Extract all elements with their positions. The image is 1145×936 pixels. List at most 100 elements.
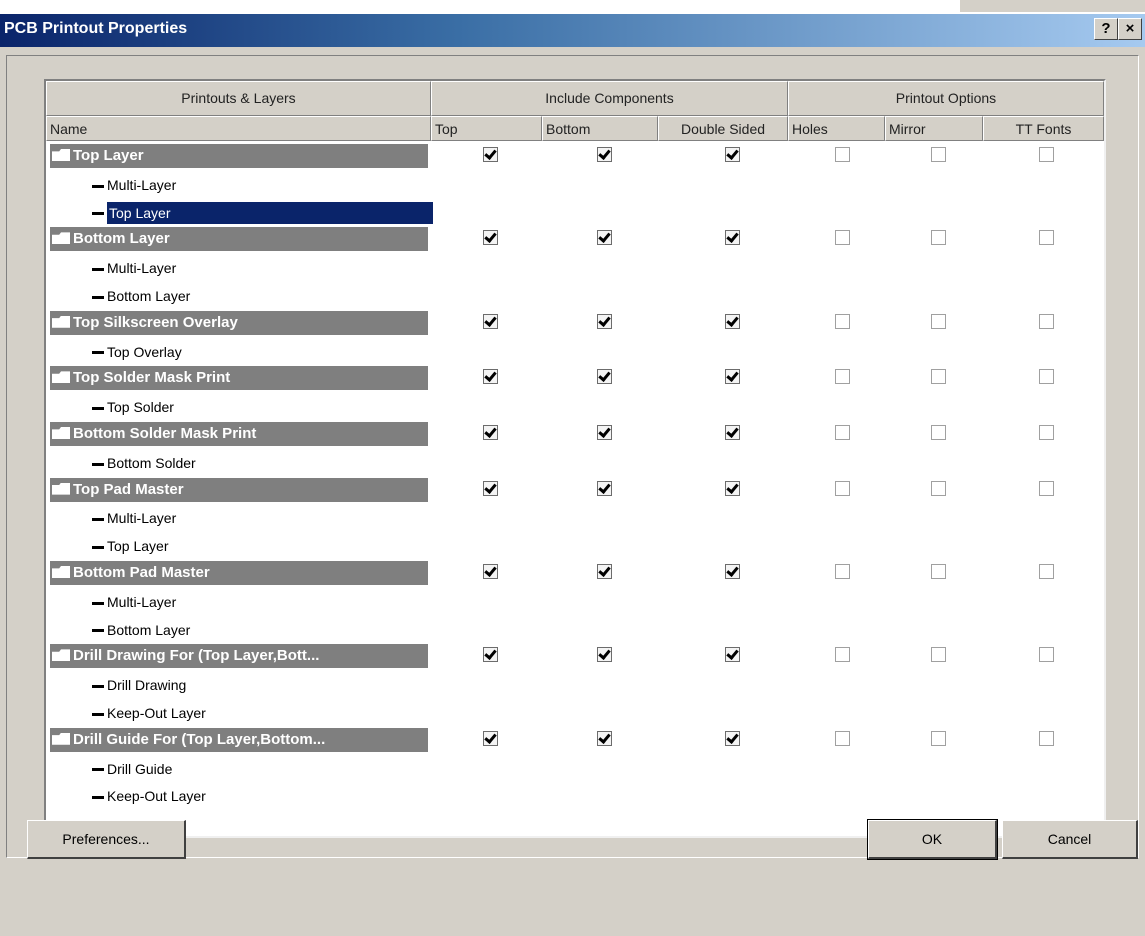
group-row[interactable]: Bottom Pad Master — [46, 558, 1104, 586]
double-sided-checkbox[interactable] — [725, 480, 740, 496]
double-sided-checkbox[interactable] — [725, 730, 740, 746]
holes-checkbox[interactable] — [835, 647, 850, 663]
group-row[interactable]: Bottom Layer — [46, 224, 1104, 252]
layer-item[interactable]: Keep-Out Layer — [92, 785, 206, 807]
column-top[interactable]: Top — [431, 116, 542, 141]
layer-row[interactable]: Drill Drawing — [46, 669, 1104, 697]
layer-row[interactable]: Top Layer — [46, 530, 1104, 558]
tt-fonts-checkbox[interactable] — [1039, 647, 1054, 663]
tt-fonts-checkbox[interactable] — [1039, 369, 1054, 385]
double-sided-checkbox[interactable] — [725, 424, 740, 440]
layer-item[interactable]: Bottom Layer — [92, 285, 190, 307]
layer-row[interactable]: Multi-Layer — [46, 586, 1104, 614]
group-row[interactable]: Bottom Solder Mask Print — [46, 419, 1104, 447]
layer-row[interactable]: Drill Guide — [46, 753, 1104, 781]
double-sided-checkbox[interactable] — [725, 230, 740, 246]
layer-row[interactable]: Multi-Layer — [46, 502, 1104, 530]
layer-item[interactable]: Top Overlay — [92, 341, 182, 363]
top-checkbox[interactable] — [483, 730, 498, 746]
printout-group-name[interactable]: Bottom Solder Mask Print — [50, 421, 428, 446]
mirror-checkbox[interactable] — [931, 424, 946, 440]
holes-checkbox[interactable] — [835, 730, 850, 746]
bottom-checkbox[interactable] — [597, 730, 612, 746]
printouts-list[interactable]: Printouts & Layers Include Components Pr… — [44, 79, 1106, 838]
group-row[interactable]: Top Silkscreen Overlay — [46, 308, 1104, 336]
printout-group-name[interactable]: Top Solder Mask Print — [50, 366, 428, 391]
double-sided-checkbox[interactable] — [725, 313, 740, 329]
layer-row[interactable]: Keep-Out Layer — [46, 697, 1104, 725]
column-bottom[interactable]: Bottom — [542, 116, 658, 141]
double-sided-checkbox[interactable] — [725, 147, 740, 162]
top-checkbox[interactable] — [483, 230, 498, 246]
top-checkbox[interactable] — [483, 147, 498, 162]
printout-group-name[interactable]: Top Layer — [50, 144, 428, 168]
group-row[interactable]: Drill Guide For (Top Layer,Bottom... — [46, 725, 1104, 753]
bottom-checkbox[interactable] — [597, 369, 612, 385]
column-mirror[interactable]: Mirror — [885, 116, 983, 141]
layer-row[interactable]: Multi-Layer — [46, 169, 1104, 197]
layer-item[interactable]: Drill Guide — [92, 758, 172, 780]
tt-fonts-checkbox[interactable] — [1039, 480, 1054, 496]
layer-row[interactable]: Bottom Layer — [46, 280, 1104, 308]
holes-checkbox[interactable] — [835, 424, 850, 440]
layer-item[interactable]: Top Layer — [92, 535, 168, 557]
layer-row[interactable]: Top Solder — [46, 391, 1104, 419]
mirror-checkbox[interactable] — [931, 480, 946, 496]
layer-item[interactable]: Multi-Layer — [92, 507, 176, 529]
printout-group-name[interactable]: Bottom Pad Master — [50, 560, 428, 585]
layer-item[interactable]: Multi-Layer — [92, 591, 176, 613]
bottom-checkbox[interactable] — [597, 647, 612, 663]
top-checkbox[interactable] — [483, 369, 498, 385]
mirror-checkbox[interactable] — [931, 563, 946, 579]
help-button[interactable]: ? — [1094, 18, 1118, 40]
header-printout-options[interactable]: Printout Options — [788, 81, 1104, 116]
double-sided-checkbox[interactable] — [725, 563, 740, 579]
layer-item[interactable]: Top Solder — [92, 396, 174, 418]
layer-item[interactable]: Drill Drawing — [92, 674, 186, 696]
holes-checkbox[interactable] — [835, 230, 850, 246]
layer-item[interactable]: Bottom Layer — [92, 619, 190, 641]
holes-checkbox[interactable] — [835, 313, 850, 329]
tt-fonts-checkbox[interactable] — [1039, 230, 1054, 246]
ok-button[interactable]: OK — [867, 819, 998, 860]
column-holes[interactable]: Holes — [788, 116, 885, 141]
double-sided-checkbox[interactable] — [725, 369, 740, 385]
bottom-checkbox[interactable] — [597, 313, 612, 329]
tt-fonts-checkbox[interactable] — [1039, 147, 1054, 162]
printout-group-name[interactable]: Top Silkscreen Overlay — [50, 310, 428, 335]
layer-item[interactable]: Multi-Layer — [92, 257, 176, 279]
printout-group-name[interactable]: Drill Drawing For (Top Layer,Bott... — [50, 644, 428, 669]
layer-item[interactable]: Keep-Out Layer — [92, 702, 206, 724]
layer-item[interactable]: Top Layer — [92, 201, 433, 224]
bottom-checkbox[interactable] — [597, 563, 612, 579]
column-name[interactable]: Name — [46, 116, 431, 141]
printout-group-name[interactable]: Drill Guide For (Top Layer,Bottom... — [50, 727, 428, 752]
top-checkbox[interactable] — [483, 480, 498, 496]
top-checkbox[interactable] — [483, 313, 498, 329]
preferences-button[interactable]: Preferences... — [27, 820, 186, 859]
top-checkbox[interactable] — [483, 647, 498, 663]
double-sided-checkbox[interactable] — [725, 647, 740, 663]
cancel-button[interactable]: Cancel — [1002, 820, 1138, 859]
printout-group-name[interactable]: Bottom Layer — [50, 227, 428, 252]
layer-row[interactable]: Bottom Solder — [46, 447, 1104, 475]
layer-row[interactable]: Top Layer — [46, 197, 1104, 225]
header-include-components[interactable]: Include Components — [431, 81, 788, 116]
mirror-checkbox[interactable] — [931, 730, 946, 746]
tt-fonts-checkbox[interactable] — [1039, 313, 1054, 329]
tt-fonts-checkbox[interactable] — [1039, 563, 1054, 579]
group-row[interactable]: Top Solder Mask Print — [46, 363, 1104, 391]
bottom-checkbox[interactable] — [597, 147, 612, 162]
layer-row[interactable]: Bottom Layer — [46, 614, 1104, 642]
top-checkbox[interactable] — [483, 424, 498, 440]
holes-checkbox[interactable] — [835, 563, 850, 579]
column-tt-fonts[interactable]: TT Fonts — [983, 116, 1104, 141]
mirror-checkbox[interactable] — [931, 313, 946, 329]
group-row[interactable]: Drill Drawing For (Top Layer,Bott... — [46, 641, 1104, 669]
holes-checkbox[interactable] — [835, 147, 850, 162]
layer-item[interactable]: Multi-Layer — [92, 174, 176, 196]
tt-fonts-checkbox[interactable] — [1039, 424, 1054, 440]
bottom-checkbox[interactable] — [597, 230, 612, 246]
layer-row[interactable]: Multi-Layer — [46, 252, 1104, 280]
mirror-checkbox[interactable] — [931, 230, 946, 246]
